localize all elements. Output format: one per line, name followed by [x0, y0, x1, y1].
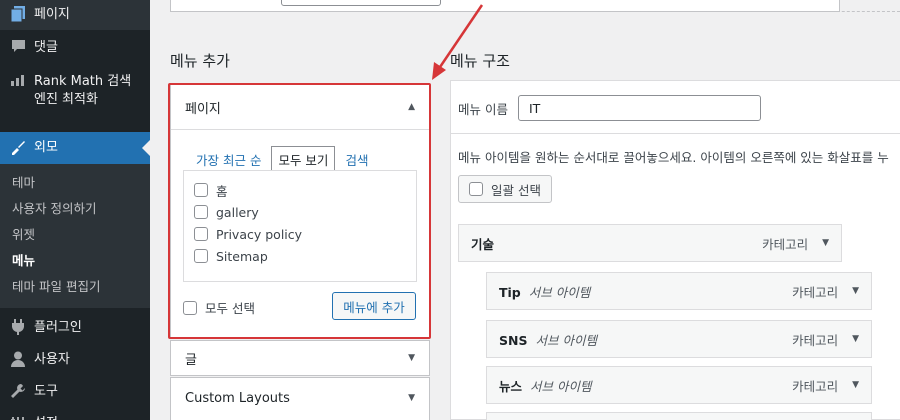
caret-down-icon[interactable]: ▼: [822, 238, 829, 248]
sidebar-item-label: Rank Math 검색엔진 최적화: [34, 74, 132, 107]
red-arrow-icon: [432, 4, 484, 80]
rank-math-icon: [8, 73, 28, 87]
menu-item-title: 뉴스 서브 아이템: [499, 378, 592, 394]
sidebar-item-label: 댓글: [34, 40, 58, 55]
appearance-icon: [8, 139, 28, 155]
bulk-select-button[interactable]: 일괄 선택: [458, 175, 552, 203]
sidebar-item-settings[interactable]: 설정: [0, 408, 150, 420]
menu-structure-heading: 메뉴 구조: [450, 52, 510, 70]
panel-title: Custom Layouts: [185, 390, 290, 406]
submenu-item-widgets[interactable]: 위젯: [0, 222, 150, 248]
custom-layouts-panel-header[interactable]: Custom Layouts ▼: [171, 378, 429, 418]
menu-name-label: 메뉴 이름: [458, 101, 508, 117]
sidebar-item-label: 페이지: [34, 7, 70, 22]
bulk-select-label: 일괄 선택: [491, 182, 541, 198]
menu-item-meta: 카테고리 ▼: [762, 234, 829, 253]
menu-item-meta: 카테고리 ▼: [792, 376, 859, 395]
tools-icon: [8, 383, 28, 399]
menu-item-meta: 카테고리 ▼: [792, 282, 859, 301]
sidebar-item-label: 외모: [34, 140, 58, 155]
menu-item-row[interactable]: 뉴스 서브 아이템 카테고리 ▼: [486, 366, 872, 404]
menu-item-row[interactable]: [486, 412, 872, 420]
sidebar-item-label: 도구: [34, 384, 58, 399]
plugins-icon: [8, 319, 28, 335]
menu-name-input[interactable]: IT: [517, 95, 761, 121]
caret-down-icon: ▼: [408, 353, 415, 363]
caret-down-icon[interactable]: ▼: [852, 334, 859, 344]
submenu-item-customize[interactable]: 사용자 정의하기: [0, 196, 150, 222]
sidebar-item-pages[interactable]: 페이지: [0, 0, 150, 30]
highlight-box: [168, 83, 431, 339]
admin-sidebar: 페이지 댓글 Rank Math 검색엔진 최적화 외모 테마 사용자 정의하기…: [0, 0, 150, 420]
menu-item-meta: 카테고리 ▼: [792, 330, 859, 349]
add-menu-heading: 메뉴 추가: [170, 52, 230, 70]
current-menu-arrow-icon: [142, 140, 150, 156]
custom-layouts-panel: Custom Layouts ▼: [170, 377, 430, 420]
caret-down-icon[interactable]: ▼: [852, 380, 859, 390]
menu-item-type: 카테고리: [792, 332, 839, 348]
settings-icon: [8, 415, 28, 420]
menu-item-title: Tip 서브 아이템: [499, 284, 591, 300]
top-dotted-edge: [440, 0, 900, 12]
posts-panel: 글 ▼: [170, 340, 430, 376]
menu-item-title: SNS 서브 아이템: [499, 332, 597, 348]
sidebar-item-label: 설정: [34, 415, 58, 420]
submenu-item-menus[interactable]: 메뉴: [0, 248, 150, 274]
sidebar-item-label: 플러그인: [34, 320, 82, 335]
sidebar-item-comments[interactable]: 댓글: [0, 32, 150, 64]
sidebar-item-plugins[interactable]: 플러그인: [0, 312, 150, 344]
divider: [450, 133, 900, 134]
menu-item-title: 기술: [471, 236, 495, 252]
menu-item-row[interactable]: Tip 서브 아이템 카테고리 ▼: [486, 272, 872, 310]
caret-down-icon: ▼: [408, 393, 415, 403]
submenu-item-theme-editor[interactable]: 테마 파일 편집기: [0, 274, 150, 300]
caret-down-icon[interactable]: ▼: [852, 286, 859, 296]
menu-name-row: 메뉴 이름 IT: [458, 95, 761, 121]
comments-icon: [8, 39, 28, 53]
menu-item-type: 카테고리: [762, 236, 809, 252]
sidebar-item-rank-math[interactable]: Rank Math 검색엔진 최적화: [0, 66, 150, 116]
users-icon: [8, 351, 28, 367]
pages-icon: [8, 6, 28, 22]
menu-instructions: 메뉴 아이템을 원하는 순서대로 끌어놓으세요. 아이템의 오른쪽에 있는 화살…: [458, 150, 889, 165]
panel-title: 글: [185, 352, 197, 368]
menu-item-type: 카테고리: [792, 284, 839, 300]
sidebar-item-users[interactable]: 사용자: [0, 344, 150, 376]
menu-item-type: 카테고리: [792, 378, 839, 394]
menu-item-row[interactable]: 기술 카테고리 ▼: [458, 224, 842, 262]
submenu-item-themes[interactable]: 테마: [0, 170, 150, 196]
top-input[interactable]: [281, 0, 441, 6]
appearance-submenu: 테마 사용자 정의하기 위젯 메뉴 테마 파일 편집기: [0, 164, 150, 308]
sidebar-item-appearance[interactable]: 외모: [0, 132, 150, 164]
bulk-select-checkbox[interactable]: [469, 182, 483, 196]
menu-item-row[interactable]: SNS 서브 아이템 카테고리 ▼: [486, 320, 872, 358]
posts-panel-header[interactable]: 글 ▼: [171, 341, 429, 375]
sidebar-item-tools[interactable]: 도구: [0, 376, 150, 408]
sidebar-item-label: 사용자: [34, 352, 70, 367]
